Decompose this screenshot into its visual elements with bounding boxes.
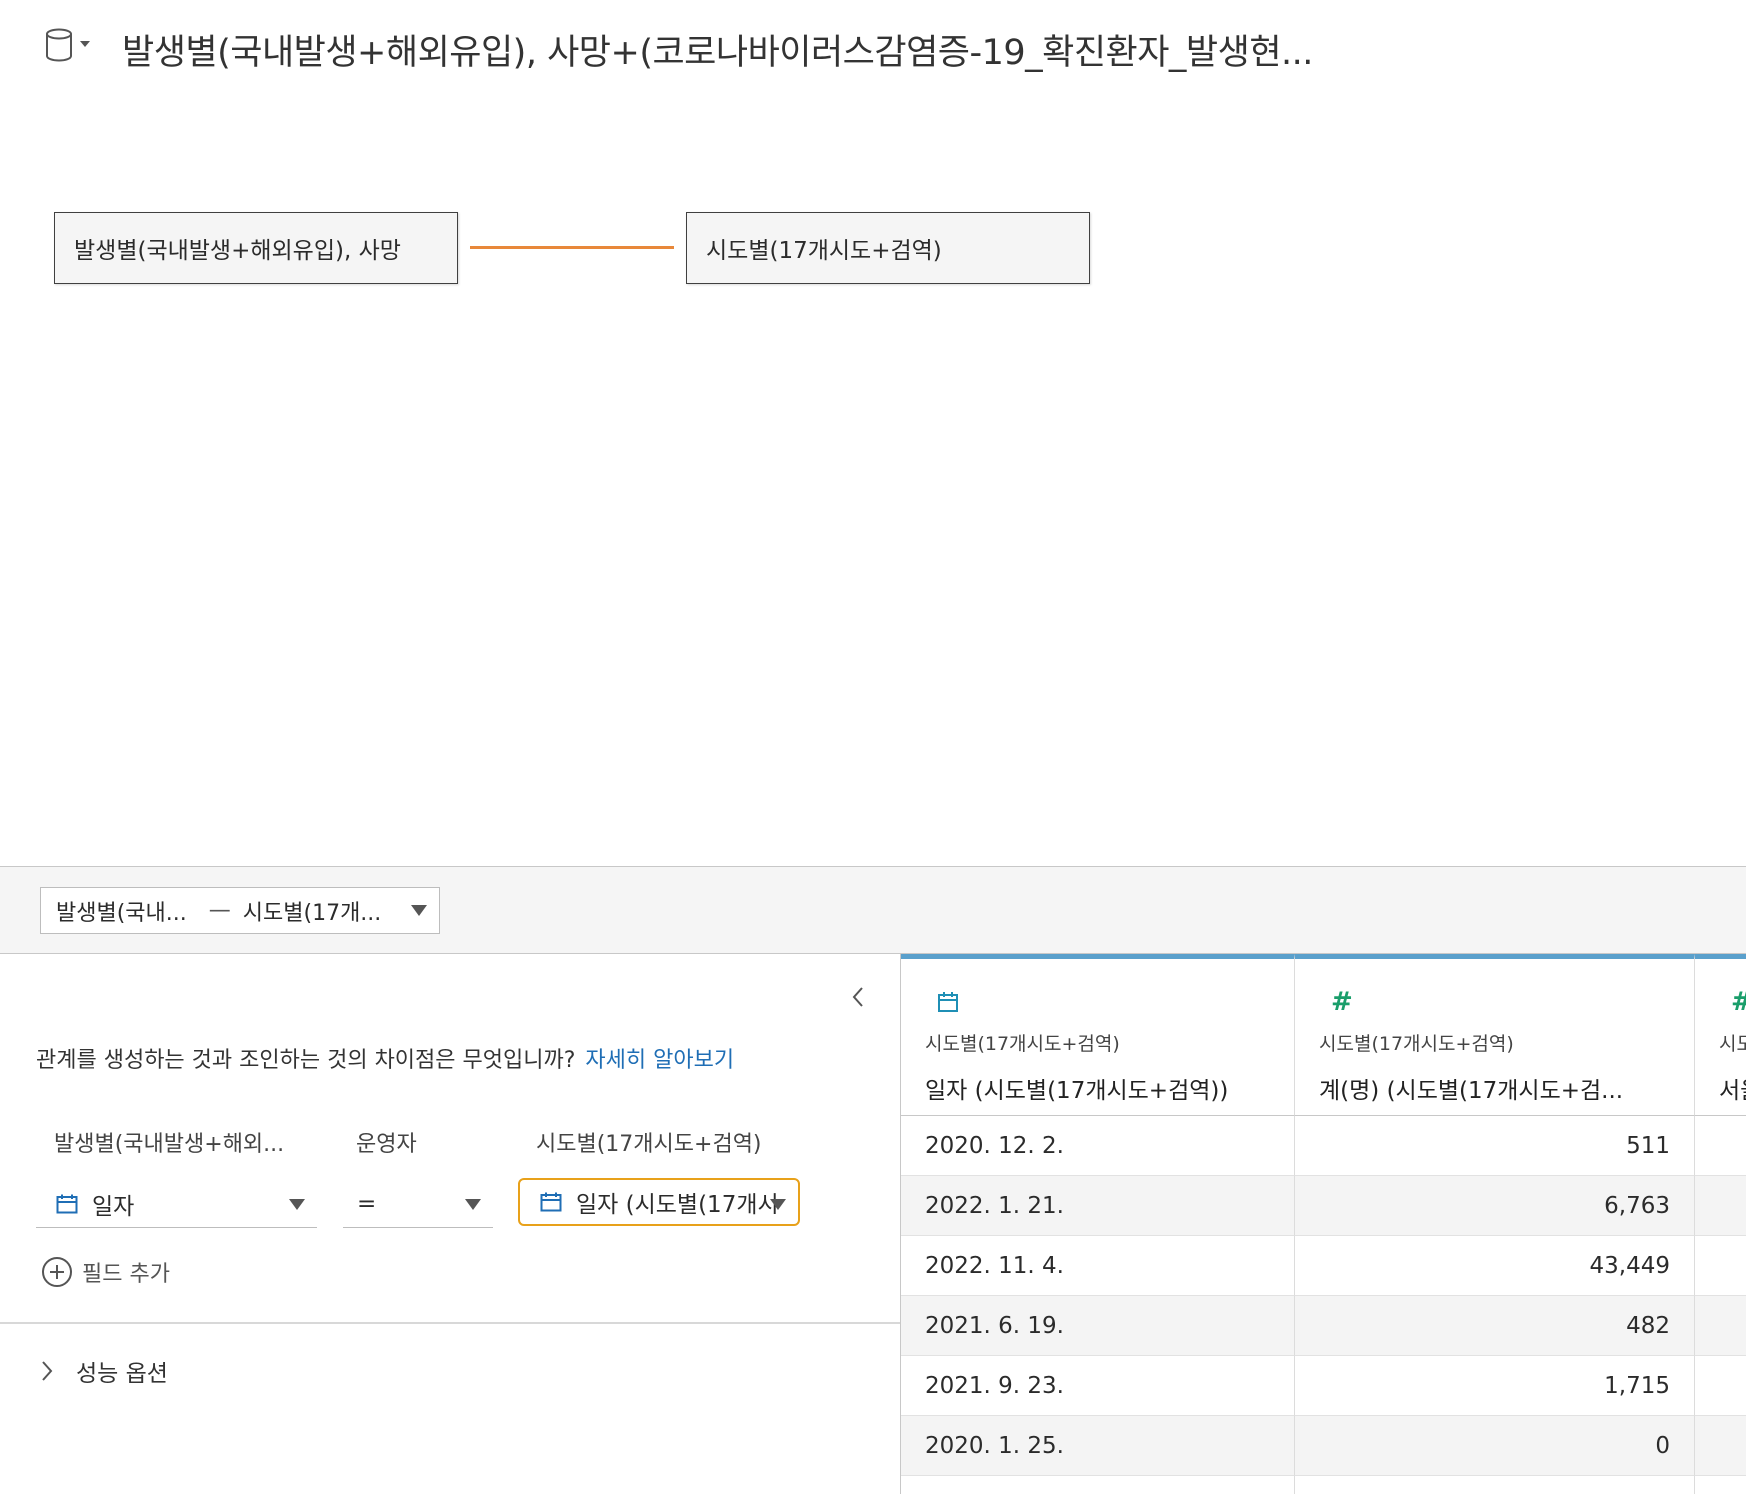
- column-field-name: 서울: [1719, 1078, 1746, 1104]
- logical-table-right[interactable]: 시도별(17개시도+검역): [686, 212, 1090, 284]
- table-cell: 43,449: [1295, 1236, 1695, 1296]
- table-cell: 2020. 12. 2.: [901, 1116, 1295, 1176]
- operator-select[interactable]: =: [343, 1180, 493, 1228]
- column-field-name: 일자 (시도별(17개시도+검역)): [925, 1078, 1229, 1104]
- table-cell: [1695, 1416, 1746, 1476]
- table-cell: [1695, 1356, 1746, 1416]
- relationship-bar: 발생별(국내... — 시도별(17개...: [0, 866, 1746, 954]
- table-cell: [1695, 1116, 1746, 1176]
- datasource-icon[interactable]: [44, 28, 74, 62]
- plus-circle-icon: [42, 1257, 72, 1287]
- table-cell: 0: [1295, 1416, 1695, 1476]
- right-field-select[interactable]: 일자 (시도별(17개시: [518, 1178, 800, 1226]
- hash-icon[interactable]: #: [1331, 987, 1353, 1017]
- chevron-right-icon: [42, 1361, 53, 1381]
- hash-icon[interactable]: #: [1731, 987, 1746, 1017]
- table-cell: [1695, 1296, 1746, 1356]
- performance-options-toggle[interactable]: 성능 옵션: [40, 1354, 168, 1388]
- grid-column-date: 시도별(17개시도+검역) 일자 (시도별(17개시도+검역)) 2020. 1…: [901, 954, 1295, 1494]
- learn-more-link[interactable]: 자세히 알아보기: [585, 1048, 734, 1073]
- help-text: 관계를 생성하는 것과 조인하는 것의 차이점은 무엇입니까? 자세히 알아보기: [36, 1042, 734, 1074]
- chevron-down-icon: [411, 905, 427, 916]
- column-header[interactable]: # 시도별(17개시도+검역) 계(명) (시도별(17개시도+검...: [1295, 954, 1695, 1116]
- column-header[interactable]: # 시도 서울: [1695, 954, 1746, 1116]
- table-cell: 2022. 1. 21.: [901, 1176, 1295, 1236]
- grid-column-seoul: # 시도 서울: [1695, 954, 1746, 1494]
- relationship-canvas: 발생별(국내발생+해외유입), 사망 시도별(17개시도+검역): [0, 100, 1746, 866]
- relationship-panel: 관계를 생성하는 것과 조인하는 것의 차이점은 무엇입니까? 자세히 알아보기 …: [0, 954, 900, 1494]
- table-cell: [1295, 1476, 1695, 1494]
- column-cells: 511 6,763 43,449 482 1,715 0: [1295, 1116, 1695, 1494]
- table-cell: 6,763: [1295, 1176, 1695, 1236]
- grid-column-count: # 시도별(17개시도+검역) 계(명) (시도별(17개시도+검... 511…: [1295, 954, 1695, 1494]
- calendar-icon: [540, 1192, 562, 1212]
- table-cell: [1695, 1236, 1746, 1296]
- chevron-down-icon: [289, 1199, 305, 1210]
- chevron-left-icon: [852, 987, 863, 1007]
- column-header[interactable]: 시도별(17개시도+검역) 일자 (시도별(17개시도+검역)): [901, 954, 1295, 1116]
- relationship-noodle[interactable]: [470, 246, 674, 249]
- relationship-separator: —: [208, 898, 231, 923]
- logical-table-left[interactable]: 발생별(국내발생+해외유입), 사망: [54, 212, 458, 284]
- table-cell: 482: [1295, 1296, 1695, 1356]
- relationship-right-table: 시도별(17개...: [242, 900, 382, 926]
- right-field-label: 시도별(17개시도+검역): [536, 1132, 762, 1157]
- column-field-name: 계(명) (시도별(17개시도+검...: [1319, 1078, 1624, 1104]
- panel-divider: [0, 1322, 900, 1324]
- chevron-down-icon: [770, 1199, 786, 1210]
- chevron-down-icon: [465, 1199, 481, 1210]
- table-cell: [1695, 1176, 1746, 1236]
- operator-label: 운영자: [356, 1132, 417, 1157]
- column-cells: 2020. 12. 2. 2022. 1. 21. 2022. 11. 4. 2…: [901, 1116, 1295, 1494]
- relationship-left-table: 발생별(국내...: [56, 900, 187, 926]
- table-cell: 1,715: [1295, 1356, 1695, 1416]
- chevron-down-icon[interactable]: [80, 40, 90, 48]
- column-source-name: 시도별(17개시도+검역): [1319, 1033, 1514, 1055]
- table-cell: 2022. 11. 4.: [901, 1236, 1295, 1296]
- operator-value: =: [357, 1190, 377, 1217]
- add-field-label: 필드 추가: [82, 1262, 170, 1287]
- table-cell: [1695, 1476, 1746, 1494]
- datasource-title[interactable]: 발생별(국내발생+해외유입), 사망+(코로나바이러스감염증-19_확진환자_발…: [122, 24, 1313, 75]
- relationship-select[interactable]: 발생별(국내... — 시도별(17개...: [40, 887, 440, 934]
- calendar-icon: [56, 1194, 78, 1213]
- table-cell: 2021. 9. 23.: [901, 1356, 1295, 1416]
- table-cell: 2020. 1. 25.: [901, 1416, 1295, 1476]
- data-grid: 시도별(17개시도+검역) 일자 (시도별(17개시도+검역)) 2020. 1…: [901, 954, 1746, 1494]
- table-cell: 2021. 6. 19.: [901, 1296, 1295, 1356]
- right-field-value: 일자 (시도별(17개시: [576, 1192, 779, 1218]
- collapse-panel-button[interactable]: [848, 982, 868, 1012]
- help-question: 관계를 생성하는 것과 조인하는 것의 차이점은 무엇입니까?: [36, 1048, 576, 1073]
- column-source-name: 시도별(17개시도+검역): [925, 1033, 1120, 1055]
- calendar-icon[interactable]: [937, 991, 959, 1013]
- left-field-label: 발생별(국내발생+해외...: [54, 1132, 285, 1157]
- left-field-value: 일자: [92, 1193, 135, 1220]
- column-source-name: 시도: [1719, 1033, 1746, 1055]
- table-cell: 511: [1295, 1116, 1695, 1176]
- table-cell: [901, 1476, 1295, 1494]
- column-cells: [1695, 1116, 1746, 1494]
- performance-options-label: 성능 옵션: [76, 1361, 168, 1387]
- header: 발생별(국내발생+해외유입), 사망+(코로나바이러스감염증-19_확진환자_발…: [0, 0, 1746, 100]
- left-field-select[interactable]: 일자: [36, 1180, 317, 1228]
- add-field-button[interactable]: 필드 추가: [42, 1256, 170, 1288]
